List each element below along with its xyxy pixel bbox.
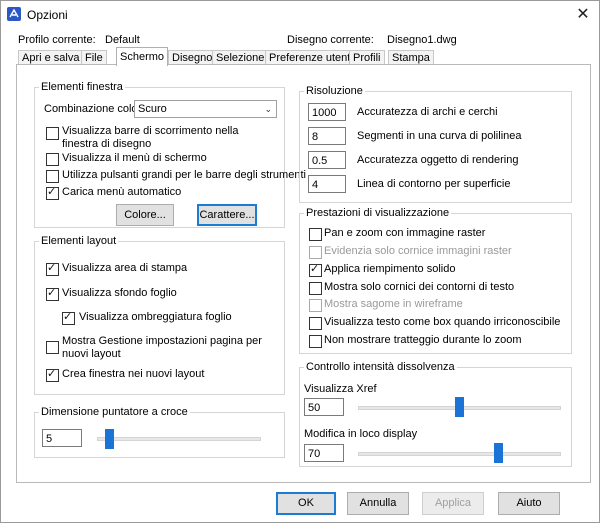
checkbox-create-viewport[interactable] <box>46 367 59 382</box>
crosshair-size-track[interactable] <box>97 437 261 441</box>
crosshair-size-input[interactable]: 5 <box>42 429 82 447</box>
contour-lines-input[interactable]: 4 <box>308 175 346 193</box>
render-smoothness-input[interactable]: 0.5 <box>308 151 346 169</box>
label-highlight-raster-frame: Evidenzia solo cornice immagini raster <box>324 245 512 257</box>
group-fade-control-legend: Controllo intensità dissolvenza <box>306 361 455 373</box>
group-layout-elements-legend: Elementi layout <box>41 235 117 247</box>
label-no-hatch-zoom: Non mostrare tratteggio durante lo zoom <box>324 334 522 346</box>
profile-value: Default <box>105 34 140 46</box>
fonts-button[interactable]: Carattere... <box>197 204 257 226</box>
help-button[interactable]: Aiuto <box>498 492 560 515</box>
checkbox-text-as-box[interactable] <box>309 317 322 330</box>
tab-preferenze-utente[interactable]: Preferenze utente <box>265 50 361 65</box>
color-scheme-select[interactable]: Scuro ⌄ <box>134 100 277 118</box>
arc-smoothness-label: Accuratezza di archi e cerchi <box>357 106 498 118</box>
contour-lines-label: Linea di contorno per superficie <box>357 178 511 190</box>
label-paper-background: Visualizza sfondo foglio <box>62 287 177 299</box>
label-text-as-box: Visualizza testo come box quando irricon… <box>324 316 561 328</box>
tab-file[interactable]: File <box>81 50 107 65</box>
crosshair-size-slider-thumb[interactable] <box>104 429 114 449</box>
label-scrollbars: Visualizza barre di scorrimento nella fi… <box>62 125 239 150</box>
label-paper-shadow: Visualizza ombreggiatura foglio <box>79 311 232 323</box>
inplace-fade-slider-thumb[interactable] <box>493 443 503 463</box>
label-create-viewport: Crea finestra nei nuovi layout <box>62 368 205 380</box>
arc-smoothness-input[interactable]: 1000 <box>308 103 346 121</box>
inplace-fade-input[interactable]: 70 <box>304 444 344 462</box>
label-screen-menu: Visualizza il menù di schermo <box>62 152 207 164</box>
checkbox-no-hatch-zoom[interactable] <box>309 335 322 348</box>
xref-fade-input[interactable]: 50 <box>304 398 344 416</box>
ok-button[interactable]: OK <box>276 492 336 515</box>
group-window-elements-legend: Elementi finestra <box>41 81 123 93</box>
label-page-setup-manager: Mostra Gestione impostazioni pagina per … <box>62 335 262 360</box>
cancel-button[interactable]: Annulla <box>347 492 409 515</box>
checkbox-paper-shadow[interactable] <box>62 310 75 325</box>
label-text-frame-only: Mostra solo cornici dei contorni di test… <box>324 281 515 293</box>
tab-selezione[interactable]: Selezione <box>212 50 269 65</box>
checkbox-solid-fill[interactable] <box>309 262 322 277</box>
title-bar: Opzioni ✕ <box>1 1 599 29</box>
window-title: Opzioni <box>27 8 68 22</box>
tab-stampa[interactable]: Stampa <box>388 50 434 65</box>
group-crosshair-size-legend: Dimensione puntatore a croce <box>41 406 188 418</box>
checkbox-scrollbars[interactable] <box>46 127 59 140</box>
checkbox-large-buttons[interactable] <box>46 170 59 183</box>
group-resolution-legend: Risoluzione <box>306 85 363 97</box>
label-print-area: Visualizza area di stampa <box>62 262 188 274</box>
checkbox-text-frame-only[interactable] <box>309 282 322 295</box>
xref-fade-slider-thumb[interactable] <box>455 397 464 417</box>
tab-apri-e-salva[interactable]: Apri e salva <box>18 50 84 65</box>
checkbox-paper-background[interactable] <box>46 286 59 301</box>
checkbox-pan-zoom-raster[interactable] <box>309 228 322 241</box>
label-large-buttons: Utilizza pulsanti grandi per le barre de… <box>62 169 306 181</box>
checkbox-silhouettes-wireframe[interactable] <box>309 299 322 312</box>
checkbox-screen-menu[interactable] <box>46 153 59 166</box>
label-pan-zoom-raster: Pan e zoom con immagine raster <box>324 227 486 239</box>
label-silhouettes-wireframe: Mostra sagome in wireframe <box>324 298 463 310</box>
xref-fade-label: Visualizza Xref <box>304 383 377 395</box>
tab-disegno[interactable]: Disegno <box>168 50 217 65</box>
profile-label: Profilo corrente: <box>18 34 96 46</box>
color-scheme-label: Combinazione colori <box>44 103 144 115</box>
tab-schermo[interactable]: Schermo <box>116 47 169 66</box>
polyline-segments-input[interactable]: 8 <box>308 127 346 145</box>
drawing-value: Disegno1.dwg <box>387 34 457 46</box>
inplace-fade-track[interactable] <box>358 452 561 456</box>
color-scheme-value: Scuro <box>138 103 167 115</box>
render-smoothness-label: Accuratezza oggetto di rendering <box>357 154 519 166</box>
inplace-fade-label: Modifica in loco display <box>304 428 418 440</box>
checkbox-print-area[interactable] <box>46 261 59 276</box>
options-dialog: Opzioni ✕ Profilo corrente: Default Dise… <box>0 0 600 523</box>
polyline-segments-label: Segmenti in una curva di polilinea <box>357 130 522 142</box>
checkbox-page-setup-manager[interactable] <box>46 341 59 354</box>
tab-profili[interactable]: Profili <box>349 50 385 65</box>
label-solid-fill: Applica riempimento solido <box>324 263 456 275</box>
app-icon <box>7 7 21 21</box>
checkbox-highlight-raster-frame[interactable] <box>309 246 322 259</box>
close-icon[interactable]: ✕ <box>573 5 593 25</box>
chevron-down-icon: ⌄ <box>264 104 272 114</box>
label-auto-menu: Carica menù automatico <box>62 186 182 198</box>
apply-button[interactable]: Applica <box>422 492 484 515</box>
colors-button[interactable]: Colore... <box>116 204 174 226</box>
group-display-performance-legend: Prestazioni di visualizzazione <box>306 207 450 219</box>
checkbox-auto-menu[interactable] <box>46 185 59 200</box>
drawing-label: Disegno corrente: <box>287 34 374 46</box>
